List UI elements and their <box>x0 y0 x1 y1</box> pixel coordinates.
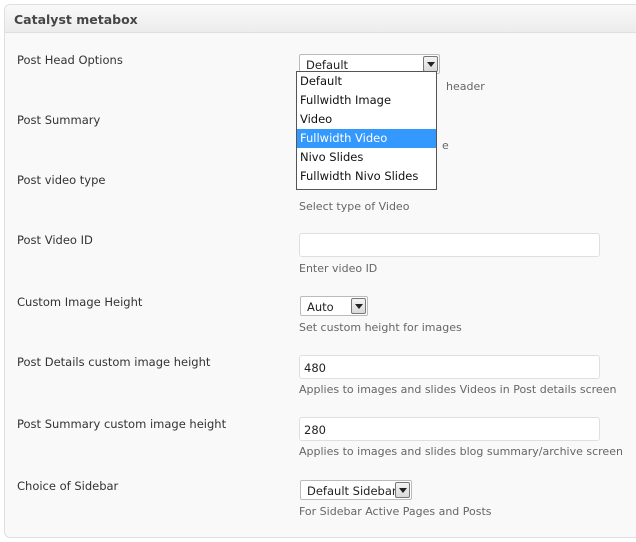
post-head-options-dropdown[interactable]: Default Fullwidth Image Video Fullwidth … <box>296 71 437 190</box>
post-summary-label: Post Summary <box>17 113 101 127</box>
post-summary-height-label: Post Summary custom image height <box>17 417 227 431</box>
post-video-type-desc: Select type of Video <box>299 200 410 213</box>
post-video-id-input[interactable] <box>299 233 600 257</box>
post-video-id-label: Post Video ID <box>17 233 93 247</box>
post-head-options-value: Default <box>306 58 349 72</box>
chevron-down-icon[interactable] <box>423 56 438 72</box>
custom-image-height-label: Custom Image Height <box>17 295 143 309</box>
choice-of-sidebar-value: Default Sidebar <box>307 484 397 498</box>
dropdown-option[interactable]: Default <box>297 72 436 91</box>
dropdown-option-highlighted[interactable]: Fullwidth Video <box>297 129 436 148</box>
dropdown-option[interactable]: Video <box>297 110 436 129</box>
dropdown-option[interactable]: Nivo Slides <box>297 148 436 167</box>
post-video-type-label: Post video type <box>17 173 106 187</box>
post-details-height-label: Post Details custom image height <box>17 355 211 369</box>
metabox-title[interactable]: Catalyst metabox <box>5 5 636 33</box>
dropdown-option[interactable]: Fullwidth Image <box>297 91 436 110</box>
choice-of-sidebar-label: Choice of Sidebar <box>17 479 119 493</box>
post-head-options-label: Post Head Options <box>17 53 123 67</box>
post-details-height-input[interactable]: 480 <box>299 355 600 379</box>
custom-image-height-select[interactable]: Auto <box>300 296 368 316</box>
post-details-height-desc: Applies to images and slides Videos in P… <box>299 383 617 396</box>
post-summary-height-desc: Applies to images and slides blog summar… <box>299 445 623 458</box>
choice-of-sidebar-desc: For Sidebar Active Pages and Posts <box>299 505 492 518</box>
custom-image-height-value: Auto <box>307 300 334 314</box>
post-summary-height-input[interactable]: 280 <box>299 417 600 441</box>
dropdown-option[interactable]: Fullwidth Nivo Slides <box>297 167 436 186</box>
chevron-down-icon[interactable] <box>351 298 366 314</box>
post-head-options-desc: header <box>446 80 485 93</box>
custom-image-height-desc: Set custom height for images <box>299 321 462 334</box>
chevron-down-icon[interactable] <box>395 482 410 498</box>
post-summary-desc: e <box>442 139 449 152</box>
choice-of-sidebar-select[interactable]: Default Sidebar <box>300 480 412 500</box>
post-video-id-desc: Enter video ID <box>299 262 378 275</box>
